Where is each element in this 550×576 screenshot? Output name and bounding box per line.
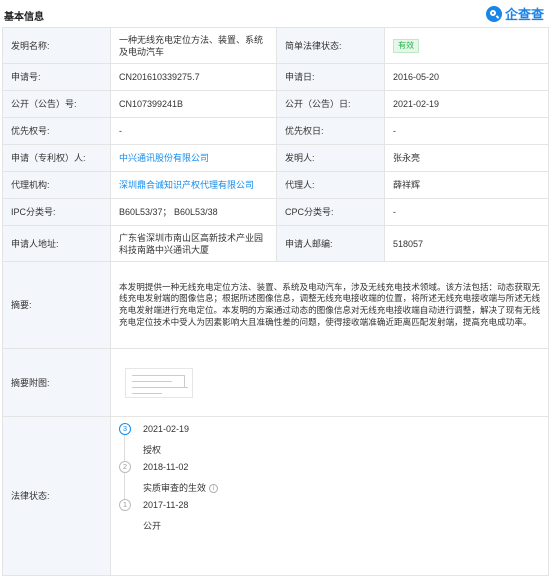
application-date-value: 2016-05-20 xyxy=(384,63,549,91)
priority-number-value: - xyxy=(110,117,277,145)
priority-date-value: - xyxy=(384,117,549,145)
inventor-value: 张永亮 xyxy=(384,144,549,172)
agent-value: 薛祥辉 xyxy=(384,171,549,199)
magnifier-logo-icon xyxy=(485,5,502,22)
brand-logo[interactable]: 企查查 xyxy=(485,4,544,23)
drawing-label: 摘要附图: xyxy=(2,348,111,417)
address-value: 广东省深圳市南山区高新技术产业园科技南路中兴通讯大厦 xyxy=(110,225,277,262)
timeline-date: 2021-02-19 xyxy=(143,424,190,434)
timeline-event: 实质审查的生效 i xyxy=(143,482,219,494)
timeline-connector xyxy=(124,435,125,461)
drawing-cell xyxy=(110,348,549,417)
table-row: 申请（专利权）人: 中兴通讯股份有限公司 发明人: 张永亮 xyxy=(2,144,549,172)
info-icon[interactable]: i xyxy=(209,484,219,494)
publication-date-value: 2021-02-19 xyxy=(384,90,549,118)
timeline-event-label: 公开 xyxy=(143,521,162,531)
applicant-link[interactable]: 中兴通讯股份有限公司 xyxy=(119,153,209,163)
timeline-event: 授权 xyxy=(143,444,161,456)
timeline-event-label: 授权 xyxy=(143,445,162,455)
table-row: 发明名称: 一种无线充电定位方法、装置、系统及电动汽车 简单法律状态: 有效 xyxy=(2,27,549,64)
applicant-cell: 中兴通讯股份有限公司 xyxy=(110,144,277,172)
section-header: 基本信息 企查查 xyxy=(0,0,550,27)
table-row: 代理机构: 深圳鼎合诚知识产权代理有限公司 代理人: 薛祥辉 xyxy=(2,171,549,199)
timeline-step-number: 2 xyxy=(119,461,131,473)
priority-date-label: 优先权日: xyxy=(276,117,385,145)
application-number-value: CN201610339275.7 xyxy=(110,63,277,91)
timeline-connector xyxy=(124,473,125,499)
brand-name: 企查查 xyxy=(504,7,544,22)
table-row: 法律状态: 3 2021-02-19 授权 2 2018-11-02 实质审查的生效 i 1 2… xyxy=(2,416,549,576)
legal-status-history-label: 法律状态: xyxy=(2,416,111,576)
legal-status-cell: 有效 xyxy=(384,27,549,64)
table-row: IPC分类号: B60L53/37； B60L53/38 CPC分类号: - xyxy=(2,198,549,226)
legal-timeline: 3 2021-02-19 授权 2 2018-11-02 实质审查的生效 i 1 2017-11… xyxy=(111,417,548,575)
postcode-label: 申请人邮编: xyxy=(276,225,385,262)
legal-status-label: 简单法律状态: xyxy=(276,27,385,64)
publication-number-value: CN107399241B xyxy=(110,90,277,118)
application-number-label: 申请号: xyxy=(2,63,111,91)
timeline-event: 公开 xyxy=(143,520,161,532)
table-row: 优先权号: - 优先权日: - xyxy=(2,117,549,145)
publication-date-label: 公开（公告）日: xyxy=(276,90,385,118)
abstract-text: 本发明提供一种无线充电定位方法、装置、系统及电动汽车，涉及无线充电技术领域。该方… xyxy=(110,261,549,349)
table-row: 公开（公告）号: CN107399241B 公开（公告）日: 2021-02-1… xyxy=(2,90,549,118)
table-row: 摘要: 本发明提供一种无线充电定位方法、装置、系统及电动汽车，涉及无线充电技术领… xyxy=(2,261,549,349)
status-badge: 有效 xyxy=(393,38,419,53)
timeline-event-label: 实质审查的生效 xyxy=(143,483,207,493)
table-row: 申请号: CN201610339275.7 申请日: 2016-05-20 xyxy=(2,63,549,91)
abstract-label: 摘要: xyxy=(2,261,111,349)
legal-timeline-cell: 3 2021-02-19 授权 2 2018-11-02 实质审查的生效 i 1 2017-11… xyxy=(110,416,549,576)
address-label: 申请人地址: xyxy=(2,225,111,262)
cpc-value: - xyxy=(384,198,549,226)
agent-label: 代理人: xyxy=(276,171,385,199)
inventor-label: 发明人: xyxy=(276,144,385,172)
table-row: 摘要附图: xyxy=(2,348,549,417)
timeline-step-number: 3 xyxy=(119,423,131,435)
patent-info-table: 发明名称: 一种无线充电定位方法、装置、系统及电动汽车 简单法律状态: 有效 申… xyxy=(2,27,549,576)
applicant-label: 申请（专利权）人: xyxy=(2,144,111,172)
timeline-date: 2017-11-28 xyxy=(143,500,189,510)
abstract-drawing-thumbnail[interactable] xyxy=(125,367,193,398)
ipc-label: IPC分类号: xyxy=(2,198,111,226)
ipc-value: B60L53/37； B60L53/38 xyxy=(110,198,277,226)
timeline-date: 2018-11-02 xyxy=(143,462,189,472)
timeline-step-number: 1 xyxy=(119,499,131,511)
postcode-value: 518057 xyxy=(384,225,549,262)
table-row: 申请人地址: 广东省深圳市南山区高新技术产业园科技南路中兴通讯大厦 申请人邮编:… xyxy=(2,225,549,262)
invention-name-value: 一种无线充电定位方法、装置、系统及电动汽车 xyxy=(110,27,277,64)
agency-link[interactable]: 深圳鼎合诚知识产权代理有限公司 xyxy=(119,180,254,190)
invention-name-label: 发明名称: xyxy=(2,27,111,64)
application-date-label: 申请日: xyxy=(276,63,385,91)
priority-number-label: 优先权号: xyxy=(2,117,111,145)
section-title: 基本信息 xyxy=(4,12,44,23)
cpc-label: CPC分类号: xyxy=(276,198,385,226)
publication-number-label: 公开（公告）号: xyxy=(2,90,111,118)
agency-cell: 深圳鼎合诚知识产权代理有限公司 xyxy=(110,171,277,199)
agency-label: 代理机构: xyxy=(2,171,111,199)
